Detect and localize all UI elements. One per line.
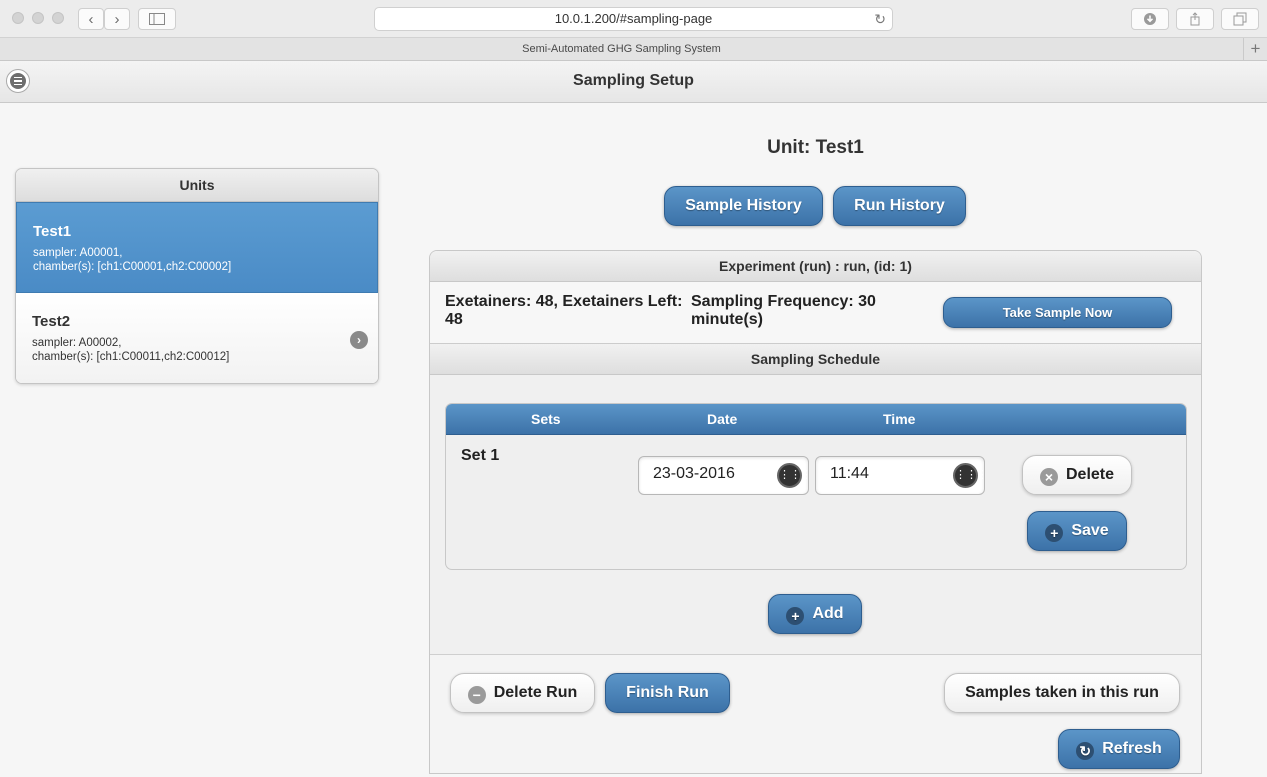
back-button[interactable]: ‹ xyxy=(78,8,104,30)
plus-icon: + xyxy=(786,607,805,625)
sidebar-icon xyxy=(149,13,165,25)
date-value: 23-03-2016 xyxy=(653,465,735,482)
date-field[interactable]: 23-03-2016 ⋮⋮⋮ xyxy=(638,456,812,495)
share-button[interactable] xyxy=(1176,8,1214,30)
frequency-text: Sampling Frequency: 30 minute(s) xyxy=(691,293,876,328)
address-bar[interactable]: 10.0.1.200/#sampling-page ↻ xyxy=(374,7,893,31)
new-tab-icon[interactable]: + xyxy=(1243,38,1267,60)
delete-set-button[interactable]: × Delete xyxy=(1022,455,1132,495)
chevron-left-icon: ‹ xyxy=(88,10,94,28)
plus-icon: + xyxy=(1045,524,1064,542)
sample-history-button[interactable]: Sample History xyxy=(664,186,823,226)
close-window-button[interactable] xyxy=(12,12,24,24)
download-icon xyxy=(1144,13,1156,25)
tabs-icon xyxy=(1233,12,1247,26)
delete-run-button[interactable]: − Delete Run xyxy=(450,673,595,713)
column-time: Time xyxy=(883,411,916,427)
sampling-schedule-table: Sets Date Time Set 1 23-03-2016 ⋮⋮⋮ 11:4… xyxy=(445,403,1187,570)
refresh-label: Refresh xyxy=(1102,740,1162,757)
refresh-button[interactable]: ↻ Refresh xyxy=(1058,729,1180,769)
refresh-icon: ↻ xyxy=(1076,742,1095,760)
zoom-window-button[interactable] xyxy=(52,12,64,24)
experiment-info: Exetainers: 48, Exetainers Left: 48 Samp… xyxy=(430,282,1201,344)
schedule-table-header: Sets Date Time xyxy=(446,404,1186,435)
tab-title[interactable]: Semi-Automated GHG Sampling System xyxy=(0,38,1243,60)
unit-sampler: sampler: A00002, xyxy=(32,337,122,349)
unit-sampler: sampler: A00001, xyxy=(33,247,123,259)
take-sample-now-button[interactable]: Take Sample Now xyxy=(943,297,1172,328)
column-sets: Sets xyxy=(531,411,561,427)
unit-item-test1[interactable]: Test1 sampler: A00001, chamber(s): [ch1:… xyxy=(16,202,378,293)
reload-icon[interactable]: ↻ xyxy=(874,8,886,30)
tabs-overview-button[interactable] xyxy=(1221,8,1259,30)
add-set-label: Add xyxy=(812,605,844,622)
column-date: Date xyxy=(707,411,738,427)
unit-chambers: chamber(s): [ch1:C00001,ch2:C00002] xyxy=(33,261,232,273)
app-header: Sampling Setup xyxy=(0,61,1267,103)
sidebar-toggle-button[interactable] xyxy=(138,8,176,30)
calendar-icon[interactable]: ⋮⋮⋮ xyxy=(777,463,812,488)
chevron-right-icon: › xyxy=(114,10,120,28)
time-field[interactable]: 11:44 ⋮⋮⋮ xyxy=(815,456,988,495)
experiment-panel: Experiment (run) : run, (id: 1) Exetaine… xyxy=(429,250,1202,774)
url-text: 10.0.1.200/#sampling-page xyxy=(554,11,713,26)
chevron-right-icon: › xyxy=(350,331,368,349)
tab-strip: Semi-Automated GHG Sampling System + xyxy=(0,38,1267,61)
units-heading: Units xyxy=(16,169,378,202)
delete-set-label: Delete xyxy=(1065,466,1115,483)
share-icon xyxy=(1190,12,1200,26)
finish-run-button[interactable]: Finish Run xyxy=(605,673,730,713)
time-value: 11:44 xyxy=(830,465,869,482)
save-set-label: Save xyxy=(1071,522,1109,539)
save-set-button[interactable]: + Save xyxy=(1027,511,1127,551)
downloads-button[interactable] xyxy=(1131,8,1169,30)
run-history-button[interactable]: Run History xyxy=(833,186,966,226)
experiment-header: Experiment (run) : run, (id: 1) xyxy=(430,251,1201,282)
set-label: Set 1 xyxy=(461,447,500,464)
unit-title: Unit: Test1 xyxy=(767,137,864,158)
browser-toolbar: ‹ › 10.0.1.200/#sampling-page ↻ xyxy=(0,0,1267,38)
page-title: Sampling Setup xyxy=(573,72,694,89)
clock-picker-icon[interactable]: ⋮⋮⋮ xyxy=(953,463,988,488)
schedule-header: Sampling Schedule xyxy=(430,344,1201,375)
exetainers-text: Exetainers: 48, Exetainers Left: 48 xyxy=(445,293,683,328)
samples-taken-button[interactable]: Samples taken in this run xyxy=(944,673,1180,713)
run-actions: − Delete Run Finish Run Samples taken in … xyxy=(430,655,1201,773)
unit-chambers: chamber(s): [ch1:C00011,ch2:C00012] xyxy=(32,351,230,363)
units-list: Units Test1 sampler: A00001, chamber(s):… xyxy=(15,168,379,384)
minus-icon: − xyxy=(467,686,486,704)
delete-icon: × xyxy=(1039,468,1058,486)
unit-name: Test1 xyxy=(33,223,72,240)
add-set-button[interactable]: + Add xyxy=(768,594,862,634)
forward-button[interactable]: › xyxy=(104,8,130,30)
unit-name: Test2 xyxy=(32,313,71,330)
unit-item-test2[interactable]: Test2 sampler: A00002, chamber(s): [ch1:… xyxy=(16,293,378,383)
delete-run-label: Delete Run xyxy=(493,684,578,701)
minimize-window-button[interactable] xyxy=(32,12,44,24)
